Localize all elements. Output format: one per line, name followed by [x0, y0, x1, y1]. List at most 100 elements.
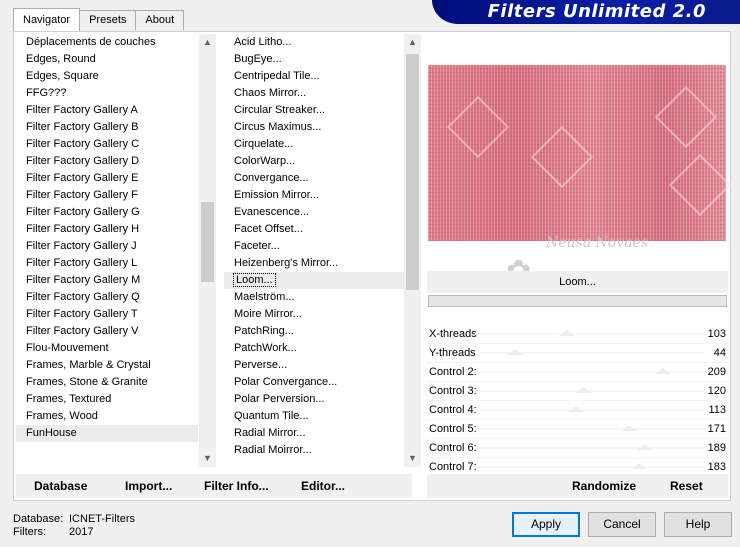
list-item[interactable]: Radial Mirror...: [224, 425, 404, 442]
slider-knob-icon[interactable]: [631, 463, 648, 469]
scroll-down-icon[interactable]: ▼: [199, 450, 216, 467]
category-list[interactable]: Déplacements de couches Edges, Round Edges…: [16, 34, 198, 467]
list-item-label: FFG???: [26, 87, 67, 99]
category-scroll-thumb[interactable]: [201, 202, 214, 282]
scroll-up-icon[interactable]: ▲: [404, 34, 421, 51]
list-item[interactable]: Radial Moirror...: [224, 442, 404, 459]
banner-title: Filters Unlimited 2.0: [487, 1, 706, 22]
slider-track[interactable]: [475, 447, 704, 449]
parameter-slider-row[interactable]: Control 6: 189: [427, 439, 728, 458]
list-item[interactable]: Polar Convergance...: [224, 374, 404, 391]
list-item[interactable]: Filter Factory Gallery Q: [16, 289, 198, 306]
category-scrollbar[interactable]: ▲ ▼: [199, 34, 216, 467]
list-item[interactable]: Déplacements de couches: [16, 34, 198, 51]
list-item[interactable]: Emission Mirror...: [224, 187, 404, 204]
list-item[interactable]: Filter Factory Gallery F: [16, 187, 198, 204]
list-item-label: Loom...: [233, 273, 276, 287]
list-item[interactable]: Convergance...: [224, 170, 404, 187]
list-item[interactable]: Edges, Round: [16, 51, 198, 68]
filter-list[interactable]: Acid Litho... BugEye... Centripedal Tile..…: [224, 34, 404, 467]
parameter-slider-row[interactable]: Control 3: 120: [427, 382, 728, 401]
slider-knob-icon[interactable]: [506, 349, 523, 355]
reset-button[interactable]: Reset: [670, 479, 703, 493]
scroll-down-icon[interactable]: ▼: [404, 450, 421, 467]
list-item[interactable]: Acid Litho...: [224, 34, 404, 51]
filter-info-button[interactable]: Filter Info...: [204, 479, 269, 493]
import-button[interactable]: Import...: [125, 479, 172, 493]
list-item[interactable]: Centripedal Tile...: [224, 68, 404, 85]
slider-knob-icon[interactable]: [568, 406, 585, 412]
parameter-slider-row[interactable]: X-threads 103: [427, 325, 728, 344]
list-item[interactable]: Evanescence...: [224, 204, 404, 221]
list-item[interactable]: Facet Offset...: [224, 221, 404, 238]
list-item[interactable]: Filter Factory Gallery B: [16, 119, 198, 136]
cancel-button[interactable]: Cancel: [588, 512, 656, 537]
parameter-slider-row[interactable]: Y-threads 44: [427, 344, 728, 363]
apply-button[interactable]: Apply: [512, 512, 580, 537]
list-item[interactable]: Filter Factory Gallery E: [16, 170, 198, 187]
list-item[interactable]: Cirquelate...: [224, 136, 404, 153]
list-item[interactable]: BugEye...: [224, 51, 404, 68]
slider-track[interactable]: [475, 333, 704, 335]
list-item[interactable]: PatchRing...: [224, 323, 404, 340]
tab-navigator[interactable]: Navigator: [13, 8, 81, 31]
list-item[interactable]: Filter Factory Gallery J: [16, 238, 198, 255]
list-item[interactable]: Filter Factory Gallery V: [16, 323, 198, 340]
list-item[interactable]: Perverse...: [224, 357, 404, 374]
list-item[interactable]: Circular Streaker...: [224, 102, 404, 119]
list-item[interactable]: Frames, Stone & Granite: [16, 374, 198, 391]
slider-track[interactable]: [475, 409, 704, 411]
list-item[interactable]: Edges, Square: [16, 68, 198, 85]
slider-track[interactable]: [475, 466, 704, 468]
editor-button[interactable]: Editor...: [301, 479, 345, 493]
list-item[interactable]: Filter Factory Gallery A: [16, 102, 198, 119]
list-item[interactable]: Faceter...: [224, 238, 404, 255]
filter-scroll-thumb[interactable]: [406, 54, 419, 290]
list-item[interactable]: Maelström...: [224, 289, 404, 306]
list-item[interactable]: Filter Factory Gallery C: [16, 136, 198, 153]
randomize-button[interactable]: Randomize: [572, 479, 636, 493]
list-item[interactable]: ColorWarp...: [224, 153, 404, 170]
slider-knob-icon[interactable]: [654, 368, 671, 374]
list-item[interactable]: Frames, Wood: [16, 408, 198, 425]
scroll-up-icon[interactable]: ▲: [199, 34, 216, 51]
list-item[interactable]: Polar Perversion...: [224, 391, 404, 408]
list-item[interactable]: Filter Factory Gallery H: [16, 221, 198, 238]
slider-knob-icon[interactable]: [620, 425, 637, 431]
database-button[interactable]: Database: [34, 479, 87, 493]
list-item[interactable]: Loom...: [224, 272, 404, 289]
help-button[interactable]: Help: [664, 512, 732, 537]
list-item[interactable]: Moire Mirror...: [224, 306, 404, 323]
parameter-slider-row[interactable]: Control 2: 209: [427, 363, 728, 382]
list-item[interactable]: Heizenberg's Mirror...: [224, 255, 404, 272]
slider-track[interactable]: [475, 428, 704, 430]
parameter-label: Control 3:: [429, 385, 477, 397]
parameter-slider-row[interactable]: Control 5: 171: [427, 420, 728, 439]
list-item-label: Filter Factory Gallery L: [26, 257, 138, 269]
list-item[interactable]: Circus Maximus...: [224, 119, 404, 136]
tab-about[interactable]: About: [135, 10, 185, 30]
list-item-label: Convergance...: [234, 172, 309, 184]
status-area: Database: ICNET-Filters Filters: 2017: [13, 513, 135, 539]
list-item[interactable]: Quantum Tile...: [224, 408, 404, 425]
list-item[interactable]: Frames, Textured: [16, 391, 198, 408]
list-item[interactable]: PatchWork...: [224, 340, 404, 357]
filter-scrollbar[interactable]: ▲ ▼: [404, 34, 421, 467]
list-item-label: Frames, Wood: [26, 410, 98, 422]
list-item[interactable]: Frames, Marble & Crystal: [16, 357, 198, 374]
slider-knob-icon[interactable]: [559, 330, 576, 336]
list-item[interactable]: Filter Factory Gallery T: [16, 306, 198, 323]
slider-knob-icon[interactable]: [636, 444, 653, 450]
parameter-value: 189: [707, 442, 726, 454]
list-item[interactable]: Filter Factory Gallery D: [16, 153, 198, 170]
list-item[interactable]: Filter Factory Gallery L: [16, 255, 198, 272]
list-item[interactable]: Chaos Mirror...: [224, 85, 404, 102]
tab-presets[interactable]: Presets: [79, 10, 137, 30]
slider-knob-icon[interactable]: [574, 387, 591, 393]
parameter-slider-row[interactable]: Control 4: 113: [427, 401, 728, 420]
list-item[interactable]: Filter Factory Gallery G: [16, 204, 198, 221]
list-item[interactable]: Flou-Mouvement: [16, 340, 198, 357]
list-item[interactable]: FFG???: [16, 85, 198, 102]
list-item[interactable]: Filter Factory Gallery M: [16, 272, 198, 289]
list-item[interactable]: FunHouse: [16, 425, 198, 442]
